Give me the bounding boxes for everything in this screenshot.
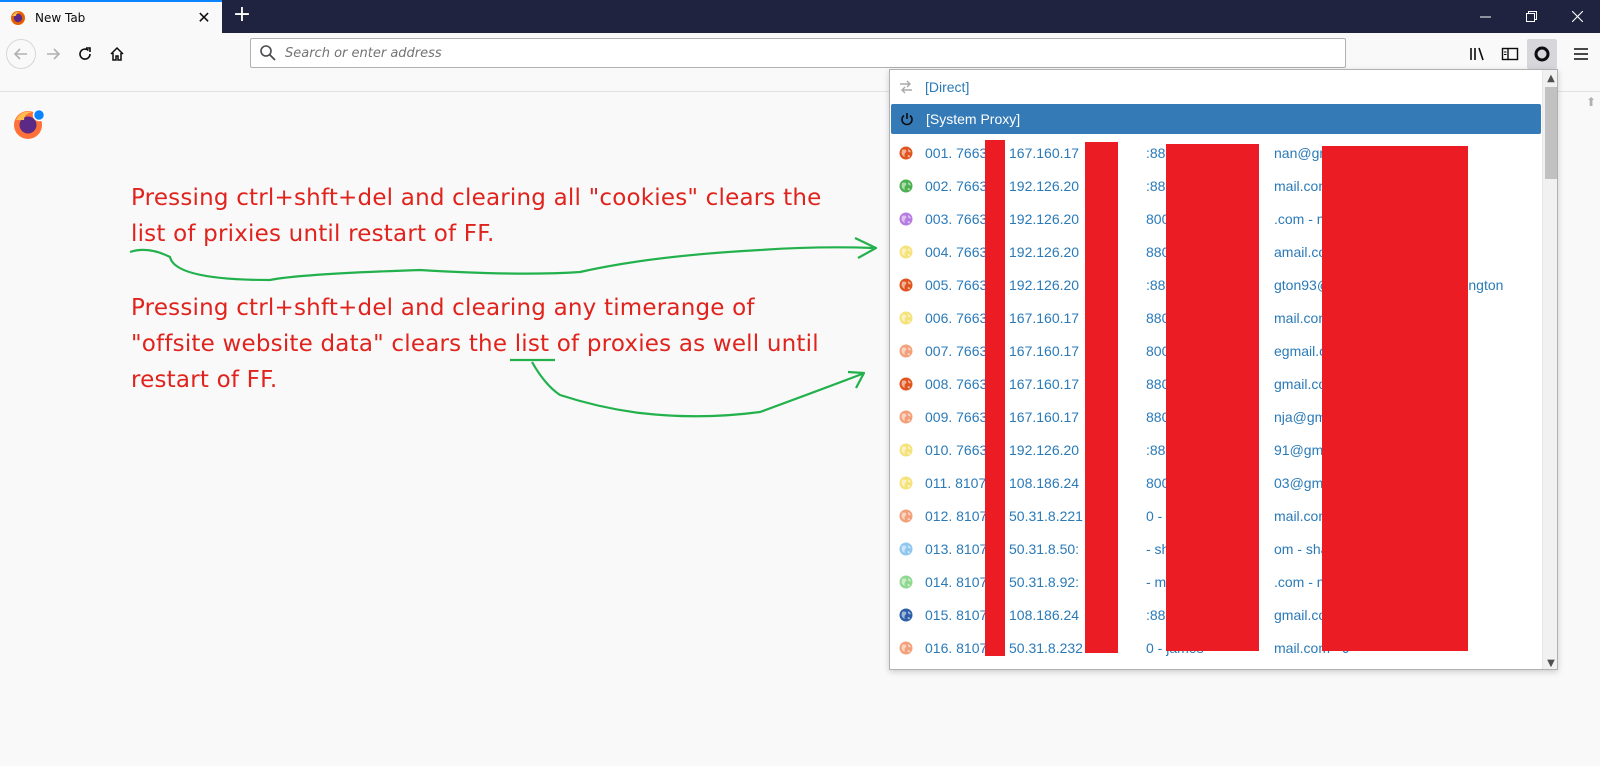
proxy-item-text: 192.126.20 — [1009, 177, 1080, 194]
sidebar-icon — [1501, 47, 1519, 61]
redaction-bar — [1322, 146, 1468, 651]
redaction-bar — [1085, 142, 1118, 653]
globe-icon — [899, 575, 913, 588]
proxy-item-text: 50.31.8.92: — [1009, 573, 1080, 590]
search-icon — [260, 45, 276, 61]
redaction-bar — [1166, 144, 1259, 651]
arrow-right-icon — [47, 48, 61, 60]
globe-icon — [899, 608, 913, 621]
firefox-icon — [11, 10, 25, 25]
proxy-item-system-proxy[interactable]: [System Proxy] — [891, 104, 1541, 134]
tab-bar: New Tab ✕ + — [0, 0, 1600, 33]
tab-close-icon[interactable]: ✕ — [194, 8, 214, 28]
address-bar[interactable] — [250, 38, 1346, 68]
popup-scrollbar[interactable]: ▲ ▼ — [1542, 70, 1557, 669]
proxy-item-direct[interactable]: [Direct] — [890, 70, 1542, 103]
globe-icon — [899, 278, 913, 291]
window-minimize-button[interactable] — [1462, 0, 1508, 33]
globe-icon — [899, 179, 913, 192]
globe-icon — [899, 509, 913, 522]
globe-icon — [899, 476, 913, 489]
proxy-item-label: [Direct] — [925, 78, 970, 95]
globe-icon — [899, 410, 913, 423]
proxy-item-text: 192.126.20 — [1009, 243, 1080, 260]
direct-icon — [900, 80, 912, 93]
proxy-item-text: 192.126.20 — [1009, 210, 1080, 227]
proxy-item-text: 167.160.17 — [1009, 408, 1080, 425]
proxy-extension-button[interactable] — [1527, 39, 1557, 69]
arrow-left-icon — [13, 48, 27, 60]
back-button[interactable] — [6, 39, 36, 69]
library-icon — [1470, 47, 1484, 61]
power-icon — [901, 113, 913, 126]
firefox-logo-icon — [14, 108, 46, 139]
proxy-item-text: 167.160.17 — [1009, 144, 1080, 161]
proxy-item-text: 167.160.17 — [1009, 309, 1080, 326]
proxy-item-text: 167.160.17 — [1009, 342, 1080, 359]
page-edge-fragment: ⬆ — [1586, 95, 1597, 109]
tab-new-tab[interactable]: New Tab ✕ — [0, 0, 222, 33]
annotation-note-offsite-data: Pressing ctrl+shft+del and clearing any … — [131, 295, 819, 393]
proxy-item-text: 50.31.8.221 — [1009, 507, 1083, 524]
sidebar-button[interactable] — [1495, 39, 1525, 69]
proxy-extension-icon — [1534, 46, 1550, 62]
reload-icon — [79, 47, 91, 60]
library-button[interactable] — [1463, 39, 1493, 69]
restore-icon — [1525, 11, 1537, 22]
proxy-popup: [Direct] [System Proxy] 001. 7663 167.160… — [889, 69, 1558, 670]
menu-button[interactable] — [1566, 39, 1596, 69]
proxy-item-text: 108.186.24 — [1009, 474, 1080, 491]
proxy-item-text: 167.160.17 — [1009, 375, 1080, 392]
forward-button[interactable] — [38, 39, 68, 69]
minimize-icon — [1479, 16, 1491, 18]
annotation-note-cookies: Pressing ctrl+shft+del and clearing all … — [131, 185, 822, 247]
globe-icon — [899, 245, 913, 258]
globe-icon — [899, 311, 913, 324]
close-icon — [1571, 11, 1583, 22]
redaction-bar — [985, 140, 1005, 656]
home-icon — [110, 46, 124, 61]
new-tab-button[interactable]: + — [230, 4, 254, 28]
address-input[interactable] — [285, 45, 1345, 61]
proxy-item-text: 50.31.8.50: — [1009, 540, 1080, 557]
proxy-item-text: 192.126.20 — [1009, 276, 1080, 293]
window-close-button[interactable] — [1554, 0, 1600, 33]
scroll-up-arrow-icon[interactable]: ▲ — [1543, 70, 1557, 86]
proxy-item-label: [System Proxy] — [926, 111, 1021, 127]
hamburger-menu-icon — [1574, 48, 1588, 60]
globe-icon — [899, 542, 913, 555]
globe-icon — [899, 377, 913, 390]
scrollbar-thumb[interactable] — [1545, 87, 1557, 179]
scroll-down-arrow-icon[interactable]: ▼ — [1543, 655, 1557, 669]
proxy-item-text: 50.31.8.232 — [1009, 639, 1083, 656]
tab-title: New Tab — [35, 10, 86, 25]
globe-icon — [899, 641, 913, 654]
globe-icon — [899, 443, 913, 456]
reload-button[interactable] — [70, 39, 100, 69]
window-restore-button[interactable] — [1508, 0, 1554, 33]
globe-icon — [899, 212, 913, 225]
home-button[interactable] — [102, 39, 132, 69]
globe-icon — [899, 344, 913, 357]
globe-icon — [899, 146, 913, 159]
proxy-item-text: 192.126.20 — [1009, 441, 1080, 458]
proxy-item-text: 108.186.24 — [1009, 606, 1080, 623]
